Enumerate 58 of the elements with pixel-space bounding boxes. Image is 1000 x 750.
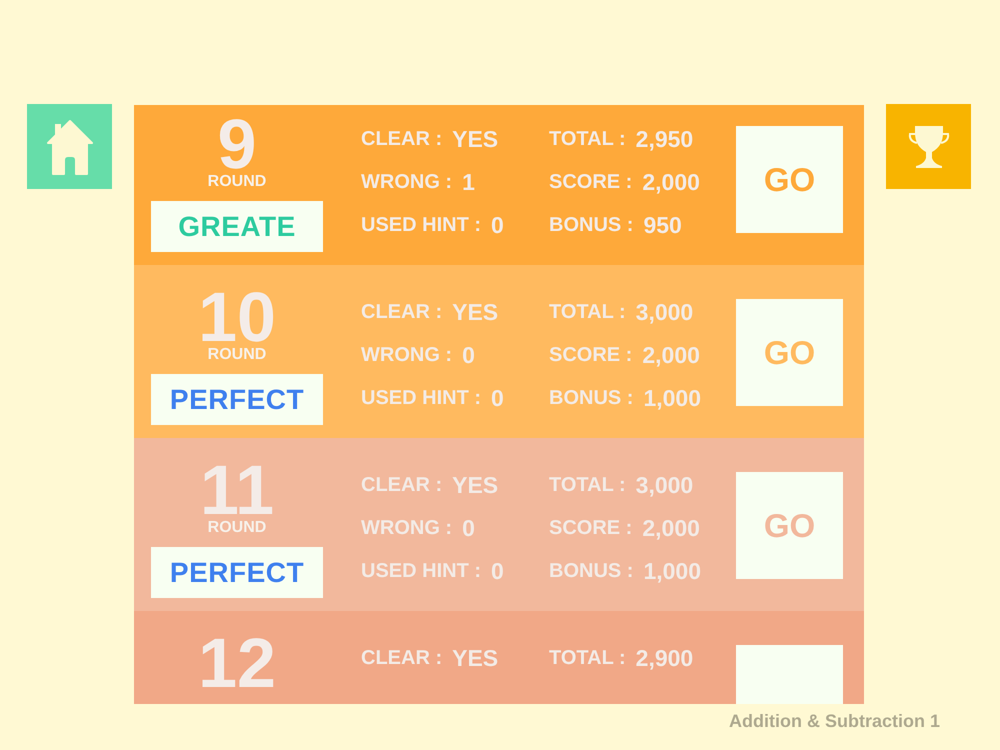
stat-value: 3,000 (636, 299, 694, 326)
stat-label: WRONG : (361, 517, 452, 540)
round-number: 10 (198, 287, 276, 347)
round-label: ROUND (208, 347, 266, 363)
stat-label: TOTAL : (549, 647, 626, 670)
round-number: 9 (218, 114, 256, 174)
stat-value: 0 (491, 385, 504, 412)
stat-value: 0 (462, 515, 475, 542)
grade-badge: GREATE (151, 201, 323, 252)
stat-label: USED HINT : (361, 560, 481, 583)
stat-label: CLEAR : (361, 301, 442, 324)
stat-value: 2,000 (642, 169, 700, 196)
stat-value: 1,000 (643, 558, 702, 585)
stat-value: 950 (643, 212, 682, 239)
stat-value: 0 (491, 212, 504, 239)
stat-value: 2,000 (642, 515, 700, 542)
stat-value: 2,900 (636, 645, 694, 672)
stat-value: 3,000 (636, 472, 694, 499)
stat-label: SCORE : (549, 517, 632, 540)
stat-label: USED HINT : (361, 387, 481, 410)
home-button[interactable] (27, 104, 112, 189)
grade-badge: PERFECT (151, 547, 323, 598)
home-icon (46, 118, 94, 174)
trophy-icon (906, 124, 950, 170)
stat-label: CLEAR : (361, 474, 442, 497)
stat-label: BONUS : (549, 214, 634, 237)
stat-value: YES (452, 645, 498, 672)
stat-label: TOTAL : (549, 128, 626, 151)
round-label: ROUND (208, 520, 266, 536)
round-number: 12 (198, 633, 276, 693)
stat-value: YES (452, 126, 498, 153)
stat-label: WRONG : (361, 344, 452, 367)
stat-value: 2,950 (636, 126, 694, 153)
go-button[interactable]: GO (736, 472, 843, 579)
stat-label: BONUS : (549, 560, 634, 583)
stat-label: TOTAL : (549, 474, 626, 497)
round-number: 11 (200, 460, 274, 520)
stat-value: 2,000 (642, 342, 700, 369)
stat-value: 1,000 (643, 385, 702, 412)
trophy-button[interactable] (886, 104, 971, 189)
stat-label: CLEAR : (361, 128, 442, 151)
stat-value: YES (452, 472, 498, 499)
stat-label: CLEAR : (361, 647, 442, 670)
go-button[interactable]: GO (736, 126, 843, 233)
stat-label: TOTAL : (549, 301, 626, 324)
stat-label: USED HINT : (361, 214, 481, 237)
footer-title: Addition & Subtraction 1 (729, 711, 940, 731)
go-button[interactable]: GO (736, 299, 843, 406)
stat-label: SCORE : (549, 344, 632, 367)
grade-badge: PERFECT (151, 374, 323, 425)
stat-value: 0 (462, 342, 475, 369)
stat-label: WRONG : (361, 171, 452, 194)
stat-label: BONUS : (549, 387, 634, 410)
stat-value: YES (452, 299, 498, 326)
round-label: ROUND (208, 174, 266, 190)
stat-value: 0 (491, 558, 504, 585)
stat-label: SCORE : (549, 171, 632, 194)
stat-value: 1 (462, 169, 475, 196)
